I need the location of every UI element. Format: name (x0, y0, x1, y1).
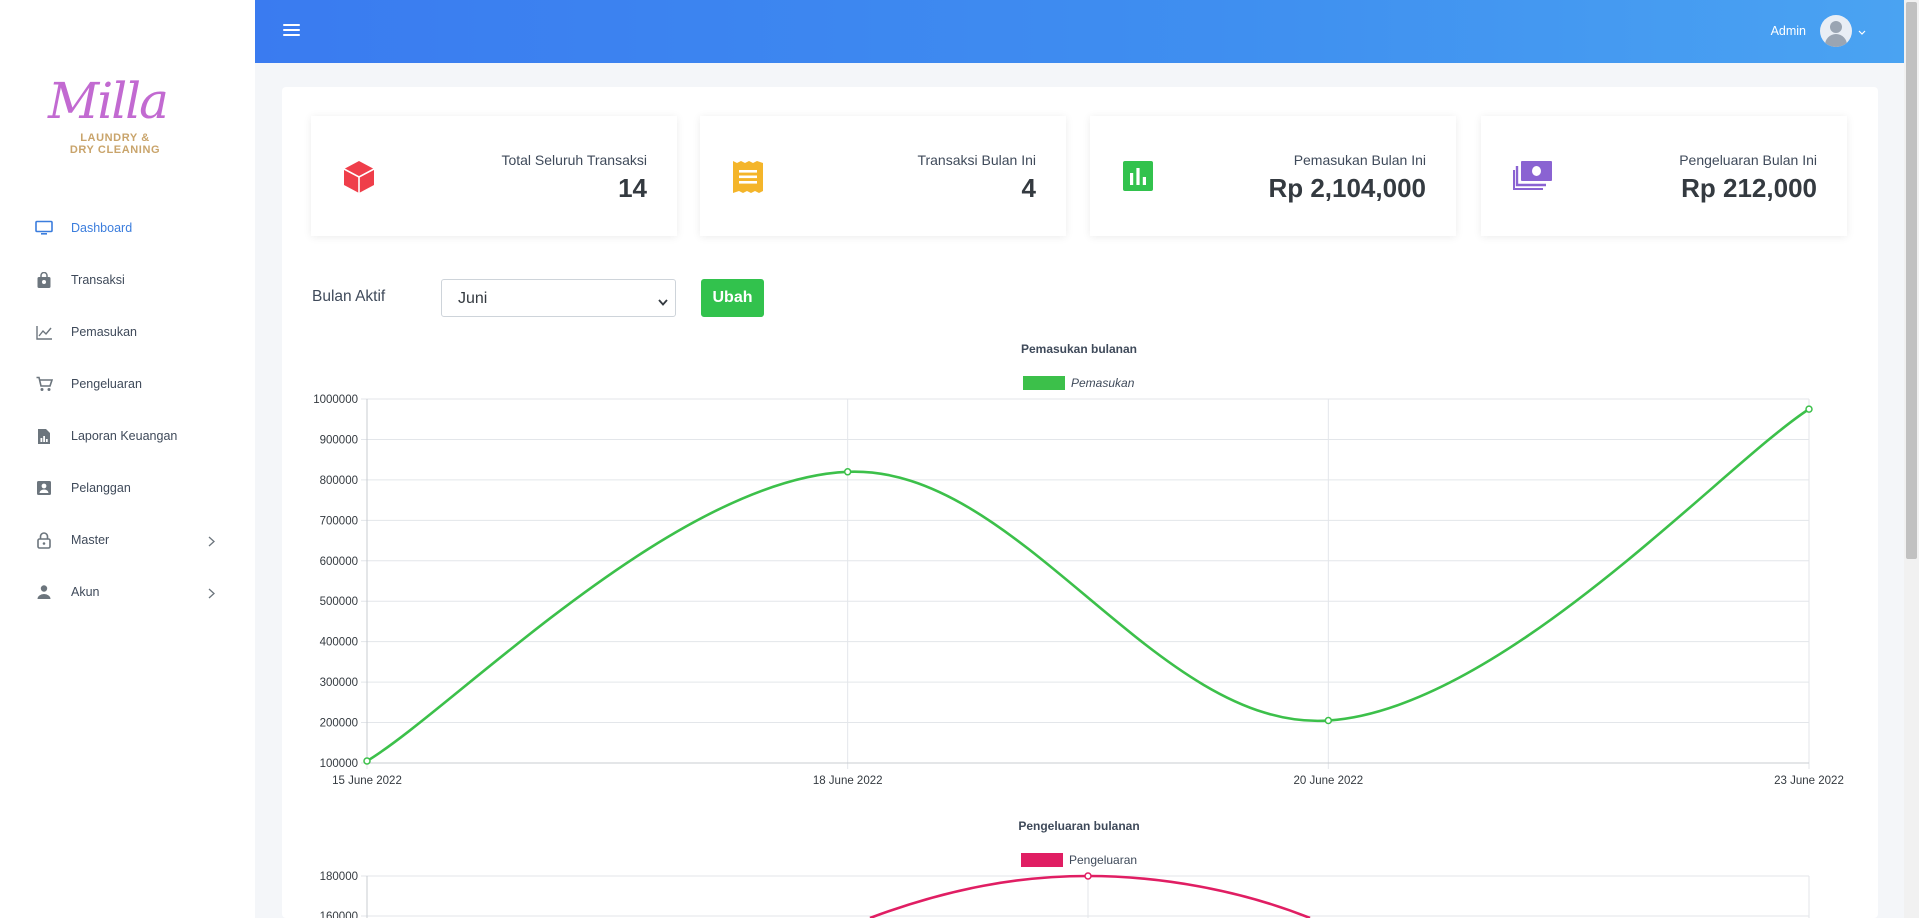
x-tick-label: 23 June 2022 (1774, 775, 1844, 787)
y-tick-label: 160000 (320, 911, 358, 918)
data-point (1084, 872, 1092, 880)
y-tick-label: 100000 (320, 758, 358, 770)
charts-canvas: Pemasukan bulanan Pemasukan 1000000 900000 8… (313, 342, 1844, 918)
data-point (1805, 405, 1813, 413)
x-tick-label: 18 June 2022 (813, 775, 883, 787)
legend-swatch (1023, 376, 1065, 390)
y-tick-label: 900000 (320, 434, 358, 446)
y-tick-label: 500000 (320, 596, 358, 608)
x-tick-label: 20 June 2022 (1293, 775, 1363, 787)
y-tick-label: 200000 (320, 718, 358, 730)
series-line-pemasukan (366, 408, 1810, 763)
chart-title: Pemasukan bulanan (1021, 342, 1137, 356)
y-tick-label: 600000 (320, 556, 358, 568)
data-point (363, 757, 371, 765)
y-tick-label: 300000 (320, 677, 358, 689)
series-line-pengeluaran (869, 874, 1311, 918)
data-point (843, 468, 852, 476)
x-tick-label: 15 June 2022 (332, 775, 402, 787)
chart-title: Pengeluaran bulanan (1018, 819, 1139, 833)
y-tick-label: 180000 (320, 871, 358, 883)
scrollbar[interactable] (1904, 0, 1919, 918)
legend-label: Pemasukan (1071, 376, 1135, 390)
y-tick-label: 1000000 (313, 394, 358, 406)
legend-label: Pengeluaran (1069, 853, 1137, 867)
scrollbar-thumb[interactable] (1906, 2, 1917, 559)
data-point (1324, 716, 1333, 725)
y-tick-label: 800000 (320, 475, 358, 487)
legend-swatch (1021, 853, 1063, 867)
y-tick-label: 400000 (320, 637, 358, 649)
y-tick-label: 700000 (320, 515, 358, 527)
